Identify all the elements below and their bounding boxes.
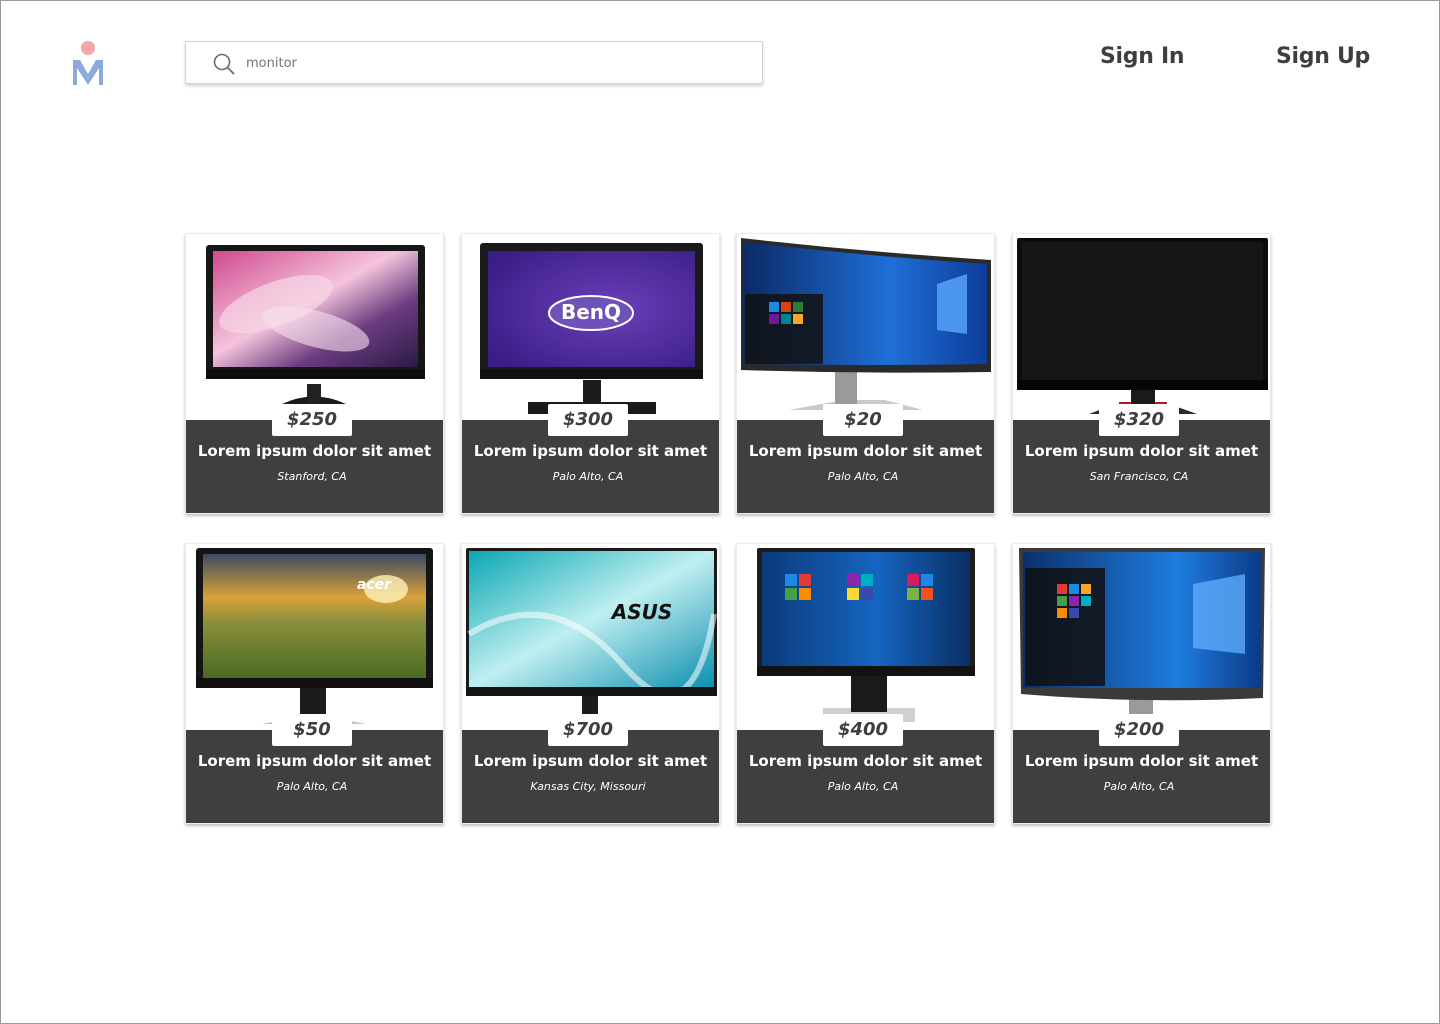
listing-card[interactable]: $200 Lorem ipsum dolor sit amet Palo Alt… <box>1012 543 1271 824</box>
sign-in-link[interactable]: Sign In <box>1100 44 1185 69</box>
listing-image <box>737 544 994 730</box>
listing-location: Palo Alto, CA <box>552 470 624 483</box>
listing-card[interactable]: $400 Lorem ipsum dolor sit amet Palo Alt… <box>736 543 995 824</box>
listing-title[interactable]: Lorem ipsum dolor sit amet <box>186 442 443 460</box>
search-icon <box>213 53 235 75</box>
listing-title[interactable]: Lorem ipsum dolor sit amet <box>186 752 443 770</box>
brand-logo: acer <box>357 577 392 593</box>
listing-image <box>737 234 994 420</box>
price-tag: $250 <box>272 404 352 436</box>
listing-card[interactable]: acer $50 Lorem ipsum dolor sit amet Palo… <box>185 543 444 824</box>
listing-image <box>1013 544 1270 730</box>
listing-title[interactable]: Lorem ipsum dolor sit amet <box>1013 752 1270 770</box>
listing-title[interactable]: Lorem ipsum dolor sit amet <box>737 442 994 460</box>
search-bar[interactable] <box>185 41 763 84</box>
price-tag: $400 <box>823 714 903 746</box>
listing-location: Palo Alto, CA <box>827 780 899 793</box>
price-tag: $20 <box>823 404 903 436</box>
price-tag: $200 <box>1099 714 1179 746</box>
listing-location: Stanford, CA <box>277 470 347 483</box>
listing-card[interactable]: BenQ $300 Lorem ipsum dolor sit amet Pal… <box>461 233 720 514</box>
listing-location: Palo Alto, CA <box>276 780 348 793</box>
price-tag: $50 <box>272 714 352 746</box>
listing-image <box>1013 234 1270 420</box>
listing-location: Palo Alto, CA <box>1103 780 1175 793</box>
price-tag: $700 <box>548 714 628 746</box>
listing-grid: $250 Lorem ipsum dolor sit amet Stanford… <box>185 233 1273 825</box>
listing-card[interactable]: $320 Lorem ipsum dolor sit amet San Fran… <box>1012 233 1271 514</box>
listing-image: BenQ <box>462 234 719 420</box>
listing-image <box>186 234 443 420</box>
search-input[interactable] <box>246 51 746 75</box>
logo[interactable] <box>72 40 104 86</box>
listing-title[interactable]: Lorem ipsum dolor sit amet <box>462 752 719 770</box>
listing-image: acer <box>186 544 443 730</box>
listing-location: San Francisco, CA <box>1089 470 1189 483</box>
listing-card[interactable]: $250 Lorem ipsum dolor sit amet Stanford… <box>185 233 444 514</box>
listing-location: Kansas City, Missouri <box>530 780 646 793</box>
price-tag: $320 <box>1099 404 1179 436</box>
brand-logo: ASUS <box>610 600 673 624</box>
listing-location: Palo Alto, CA <box>827 470 899 483</box>
listing-title[interactable]: Lorem ipsum dolor sit amet <box>462 442 719 460</box>
sign-up-link[interactable]: Sign Up <box>1276 44 1370 69</box>
price-tag: $300 <box>548 404 628 436</box>
listing-image: ASUS <box>462 544 719 730</box>
brand-logo: BenQ <box>561 300 621 324</box>
listing-title[interactable]: Lorem ipsum dolor sit amet <box>1013 442 1270 460</box>
listing-title[interactable]: Lorem ipsum dolor sit amet <box>737 752 994 770</box>
listing-card[interactable]: ASUS $700 Lorem ipsum dolor sit amet Kan… <box>461 543 720 824</box>
listing-card[interactable]: $20 Lorem ipsum dolor sit amet Palo Alto… <box>736 233 995 514</box>
